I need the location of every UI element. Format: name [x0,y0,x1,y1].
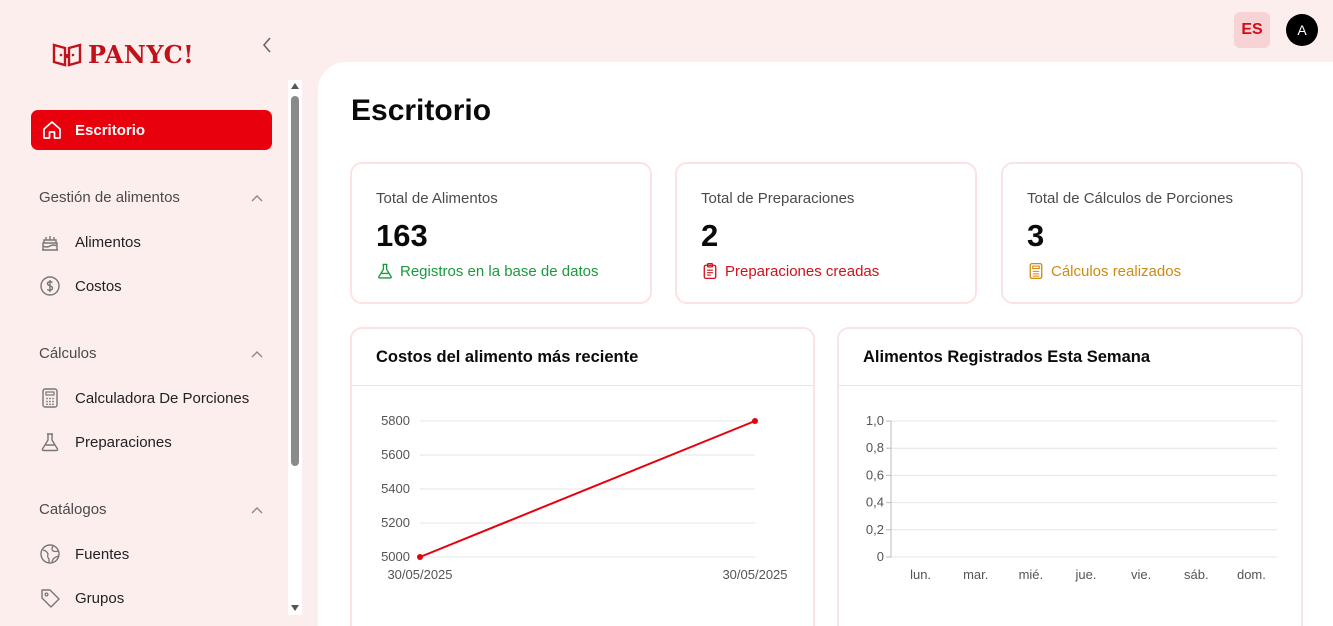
sidebar: PANYC! Escritorio Gestión de alimentos A… [0,0,305,626]
cake-icon [42,236,58,251]
data-point [417,554,423,560]
main-content: Escritorio Total de Alimentos 163 Regist… [318,62,1333,626]
clipboard-icon [703,263,717,280]
brand-name: PANYC! [88,40,195,69]
y-tick-label: 0,8 [866,440,884,455]
y-tick-label: 5800 [381,413,410,428]
dollar-icon [40,276,60,296]
section-title: Cálculos [39,345,97,362]
stat-subtitle-text: Cálculos realizados [1051,262,1182,280]
y-tick-label: 5600 [381,447,410,462]
chart-title: Costos del alimento más reciente [352,329,813,386]
chart-title: Alimentos Registrados Esta Semana [839,329,1301,386]
section-title: Gestión de alimentos [39,189,180,206]
stat-card-preparaciones: Total de Preparaciones 2 Preparaciones c… [675,162,977,304]
x-tick-label: vie. [1131,567,1151,582]
stat-card-calculos: Total de Cálculos de Porciones 3 Cálculo… [1001,162,1303,304]
section-calculos[interactable]: Cálculos [39,345,263,362]
language-button[interactable]: ES [1234,12,1270,48]
x-tick-label: 30/05/2025 [387,567,452,582]
sidebar-item-grupos[interactable]: Grupos [39,584,269,612]
tag-icon [41,589,60,608]
stat-value: 2 [701,218,719,253]
stat-subtitle-text: Preparaciones creadas [725,262,880,280]
x-tick-label: 30/05/2025 [722,567,787,582]
sidebar-nav: Escritorio Gestión de alimentos Alimento… [0,80,288,626]
sidebar-item-label: Escritorio [75,121,146,139]
stat-value: 163 [376,218,428,253]
stat-value: 3 [1027,218,1045,253]
sidebar-item-costos[interactable]: Costos [39,272,269,300]
stat-subtitle: Registros en la base de datos [376,262,598,280]
y-tick-label: 5200 [381,515,410,530]
bar-chart: 0 0,2 0,4 0,6 0,8 1,0 lun. mar. mié. jue. vie. sáb.… [866,413,1277,582]
brand-logo[interactable]: PANYC! [52,40,194,69]
section-catalogos[interactable]: Catálogos [39,501,263,518]
y-tick-label: 5400 [381,481,410,496]
x-tick-label: mar. [963,567,988,582]
flask-icon [41,433,59,452]
flask-icon [378,263,392,279]
sidebar-item-label: Costos [75,277,122,295]
section-gestion-alimentos[interactable]: Gestión de alimentos [39,189,263,206]
chevron-up-icon [251,194,263,201]
stat-label: Total de Cálculos de Porciones [1027,190,1233,207]
scroll-down-arrow-icon[interactable] [291,605,299,611]
calculator-icon [1029,262,1043,280]
stat-card-alimentos: Total de Alimentos 163 Registros en la b… [350,162,652,304]
stat-label: Total de Alimentos [376,190,498,207]
sidebar-scrollbar[interactable] [288,80,302,615]
page-title: Escritorio [351,94,492,127]
sidebar-item-preparaciones[interactable]: Preparaciones [39,428,269,456]
scrollbar-thumb[interactable] [291,96,299,466]
y-tick-label: 5000 [381,549,410,564]
chart-card-semana: Alimentos Registrados Esta Semana 0 0,2 0,… [837,327,1303,626]
stat-subtitle: Cálculos realizados [1027,262,1181,280]
home-icon [43,121,61,139]
scroll-up-arrow-icon[interactable] [291,83,299,89]
book-logo-icon [52,42,82,67]
sidebar-item-label: Preparaciones [75,433,172,451]
sidebar-item-fuentes[interactable]: Fuentes [39,540,269,568]
chart-card-costos: Costos del alimento más reciente 5000 520… [350,327,815,626]
x-tick-label: sáb. [1184,567,1209,582]
x-tick-label: dom. [1237,567,1266,582]
line-chart: 5000 5200 5400 5600 5800 30/05/2025 30/05/2025… [381,413,787,582]
collapse-sidebar-button[interactable] [256,34,278,56]
y-tick-label: 0,2 [866,522,884,537]
calculator-icon [42,388,58,408]
chevron-up-icon [251,506,263,513]
x-tick-label: mié. [1019,567,1044,582]
chevron-left-icon [262,37,271,53]
chevron-up-icon [251,350,263,357]
sidebar-item-label: Fuentes [75,545,130,563]
sidebar-item-label: Grupos [75,589,125,607]
section-title: Catálogos [39,501,107,518]
sidebar-item-label: Calculadora De Porciones [75,389,250,407]
y-tick-label: 0,4 [866,495,884,510]
y-tick-label: 0,6 [866,467,884,482]
x-tick-label: jue. [1075,567,1097,582]
data-point [752,418,758,424]
x-tick-label: lun. [910,567,931,582]
y-tick-label: 1,0 [866,413,884,428]
sidebar-item-alimentos[interactable]: Alimentos [39,228,269,256]
sidebar-item-label: Alimentos [75,233,141,251]
sidebar-item-escritorio[interactable]: Escritorio [31,110,272,150]
y-tick-label: 0 [877,549,884,564]
stat-subtitle-text: Registros en la base de datos [400,262,599,280]
stat-subtitle: Preparaciones creadas [701,262,879,280]
globe-icon [40,544,60,564]
stat-label: Total de Preparaciones [701,190,855,207]
user-avatar[interactable]: A [1286,14,1318,46]
sidebar-item-calculadora[interactable]: Calculadora De Porciones [39,384,269,412]
